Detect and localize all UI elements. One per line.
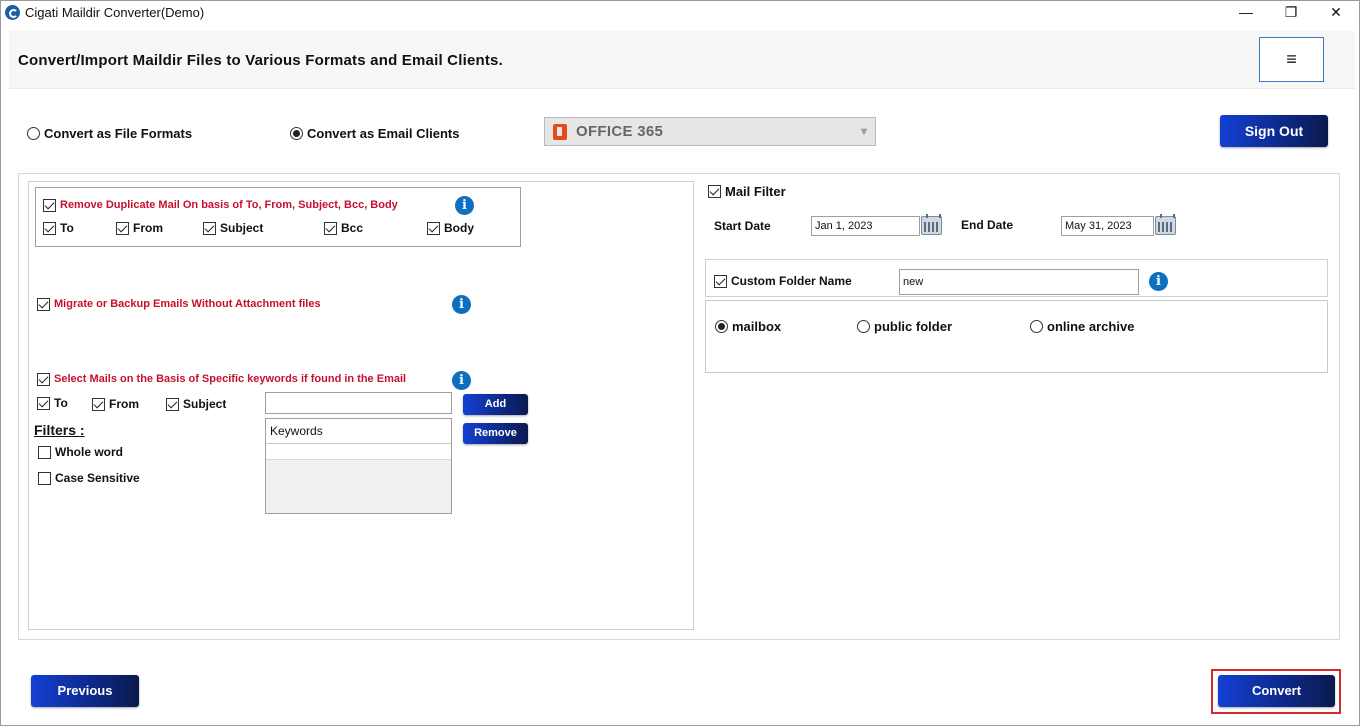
- previous-button[interactable]: Previous: [31, 675, 139, 707]
- radio-online-archive-label[interactable]: online archive: [1047, 319, 1134, 334]
- start-date-label: Start Date: [714, 219, 771, 233]
- office365-icon: [553, 124, 567, 140]
- radio-email-clients-label[interactable]: Convert as Email Clients: [307, 126, 459, 141]
- end-date-input[interactable]: May 31, 2023: [1061, 216, 1154, 236]
- kw-subject-label: Subject: [183, 397, 227, 411]
- chevron-down-icon[interactable]: ▼: [853, 120, 875, 144]
- radio-public-folder[interactable]: [857, 320, 870, 333]
- page-title: Convert/Import Maildir Files to Various …: [18, 52, 503, 69]
- info-icon[interactable]: i: [452, 371, 471, 390]
- window-title: Cigati Maildir Converter(Demo): [25, 5, 205, 20]
- remove-keyword-button[interactable]: Remove: [463, 423, 528, 444]
- calendar-icon[interactable]: [1155, 214, 1176, 235]
- add-keyword-button[interactable]: Add: [463, 394, 528, 415]
- mail-filter-label: Mail Filter: [725, 184, 786, 199]
- destination-box: [705, 300, 1328, 373]
- no-attachment-label: Migrate or Backup Emails Without Attachm…: [54, 298, 321, 310]
- radio-email-clients[interactable]: [290, 127, 303, 140]
- custom-folder-label: Custom Folder Name: [731, 274, 852, 288]
- duplicate-options-box: [35, 187, 521, 247]
- whole-word-checkbox[interactable]: [38, 446, 51, 459]
- radio-file-formats-label[interactable]: Convert as File Formats: [44, 126, 192, 141]
- kw-to-label: To: [54, 396, 68, 410]
- start-date-input[interactable]: Jan 1, 2023: [811, 216, 920, 236]
- keywords-list-header: Keywords: [266, 419, 451, 444]
- dup-body-checkbox[interactable]: [427, 222, 440, 235]
- app-logo-icon: [5, 5, 20, 20]
- case-sensitive-label: Case Sensitive: [55, 471, 140, 485]
- calendar-icon[interactable]: [921, 214, 942, 235]
- kw-subject-checkbox[interactable]: [166, 398, 179, 411]
- dup-from-checkbox[interactable]: [116, 222, 129, 235]
- kw-to-checkbox[interactable]: [37, 397, 50, 410]
- kw-from-checkbox[interactable]: [92, 398, 105, 411]
- no-attachment-checkbox[interactable]: [37, 298, 50, 311]
- restore-button[interactable]: ❐: [1268, 1, 1314, 25]
- email-client-dropdown[interactable]: OFFICE 365 ▼: [544, 117, 876, 146]
- mail-filter-checkbox[interactable]: [708, 185, 721, 198]
- filters-title: Filters :: [34, 422, 85, 438]
- end-date-label: End Date: [961, 218, 1014, 232]
- info-icon[interactable]: i: [455, 196, 474, 215]
- whole-word-label: Whole word: [55, 445, 123, 459]
- radio-mailbox-label[interactable]: mailbox: [732, 319, 781, 334]
- remove-duplicate-checkbox[interactable]: [43, 199, 56, 212]
- dup-subject-checkbox[interactable]: [203, 222, 216, 235]
- dup-body-label: Body: [444, 221, 474, 235]
- dup-to-label: To: [60, 221, 74, 235]
- dup-from-label: From: [133, 221, 163, 235]
- radio-mailbox[interactable]: [715, 320, 728, 333]
- title-bar: Cigati Maildir Converter(Demo) — ❐ ✕: [1, 1, 1359, 25]
- dup-bcc-checkbox[interactable]: [324, 222, 337, 235]
- sign-out-button[interactable]: Sign Out: [1220, 115, 1328, 147]
- kw-from-label: From: [109, 397, 139, 411]
- radio-file-formats[interactable]: [27, 127, 40, 140]
- list-item[interactable]: [266, 444, 451, 460]
- case-sensitive-checkbox[interactable]: [38, 472, 51, 485]
- keywords-label: Select Mails on the Basis of Specific ke…: [54, 373, 407, 385]
- radio-public-folder-label[interactable]: public folder: [874, 319, 952, 334]
- hamburger-menu-button[interactable]: ≡: [1259, 37, 1324, 82]
- convert-button[interactable]: Convert: [1218, 675, 1335, 707]
- dropdown-selected-value: OFFICE 365: [576, 123, 664, 140]
- radio-online-archive[interactable]: [1030, 320, 1043, 333]
- custom-folder-checkbox[interactable]: [714, 275, 727, 288]
- custom-folder-input[interactable]: new: [899, 269, 1139, 295]
- keywords-checkbox[interactable]: [37, 373, 50, 386]
- info-icon[interactable]: i: [1149, 272, 1168, 291]
- hamburger-menu-icon: ≡: [1286, 49, 1297, 69]
- info-icon[interactable]: i: [452, 295, 471, 314]
- close-button[interactable]: ✕: [1313, 1, 1359, 25]
- keywords-list[interactable]: Keywords: [265, 418, 452, 514]
- dup-to-checkbox[interactable]: [43, 222, 56, 235]
- app-window: Cigati Maildir Converter(Demo) — ❐ ✕ Con…: [0, 0, 1360, 726]
- remove-duplicate-label: Remove Duplicate Mail On basis of To, Fr…: [60, 199, 398, 211]
- dup-bcc-label: Bcc: [341, 221, 364, 235]
- dup-subject-label: Subject: [220, 221, 264, 235]
- keyword-input[interactable]: [265, 392, 452, 414]
- minimize-button[interactable]: —: [1223, 1, 1269, 25]
